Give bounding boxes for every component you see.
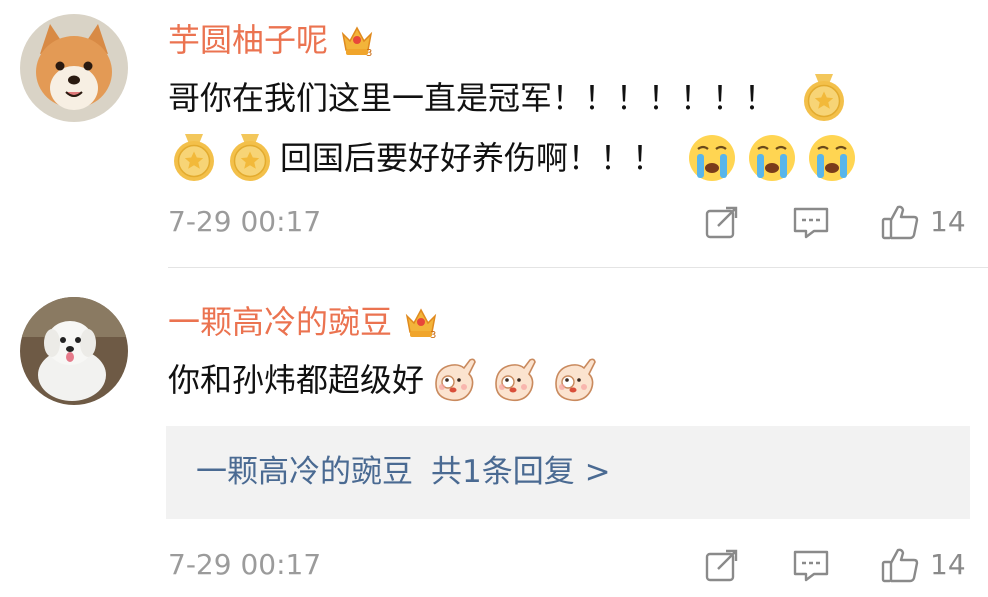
comment-thread: 芋圆柚子呢 3 哥你在我们这里一直是冠军！！！！！！！ 回国后要好好养伤啊！！！ (0, 0, 988, 597)
like-button[interactable]: 14 (880, 545, 966, 585)
comment-icon (793, 207, 829, 239)
share-icon (705, 206, 738, 239)
username[interactable]: 芋圆柚子呢 (168, 18, 328, 62)
comment-button[interactable] (792, 545, 830, 585)
ok-hand-emoji-icon (428, 354, 480, 406)
comment-text-line-1: 哥你在我们这里一直是冠军！！！！！！！ (168, 79, 777, 117)
timestamp: 7-29 00:17 (168, 205, 322, 238)
username-row: 芋圆柚子呢 3 (168, 18, 376, 62)
comment-text: 哥你在我们这里一直是冠军！！！！！！！ 回国后要好好养伤啊！！！ (168, 68, 968, 188)
comment-line: 你和孙炜都超级好 (168, 350, 968, 410)
crying-face-emoji-icon (746, 132, 798, 184)
avatar[interactable] (20, 14, 128, 122)
gold-medal-emoji-icon (224, 132, 276, 184)
reply-count: 共1条回复 > (431, 454, 611, 490)
svg-text:3: 3 (430, 330, 436, 340)
like-button[interactable]: 14 (880, 202, 966, 242)
comment-meta: 7-29 00:17 14 (168, 202, 972, 242)
gold-medal-emoji-icon (168, 132, 220, 184)
comment-line: 回国后要好好养伤啊！！！ (168, 128, 968, 188)
like-count: 14 (930, 205, 966, 238)
thumbs-up-icon (881, 548, 919, 583)
ok-hand-emoji-icon (488, 354, 540, 406)
comment-button[interactable] (792, 202, 830, 242)
svg-text:3: 3 (366, 48, 372, 58)
comment-icon (793, 550, 829, 582)
avatar[interactable] (20, 297, 128, 405)
reply-preview[interactable]: 一颗高冷的豌豆 共1条回复 > (166, 426, 970, 519)
view-replies-link[interactable]: 一颗高冷的豌豆 共1条回复 > (196, 450, 611, 494)
crown-badge-icon: 3 (338, 22, 376, 59)
comment-line: 哥你在我们这里一直是冠军！！！！！！！ (168, 68, 968, 128)
divider (168, 267, 988, 268)
comment-text: 你和孙炜都超级好 (168, 350, 968, 410)
crying-face-emoji-icon (686, 132, 738, 184)
comment-meta: 7-29 00:17 14 (168, 545, 972, 585)
timestamp: 7-29 00:17 (168, 548, 322, 581)
comment-text-line-1: 你和孙炜都超级好 (168, 361, 425, 399)
crown-badge-icon: 3 (402, 304, 440, 341)
reply-author: 一颗高冷的豌豆 (196, 454, 413, 490)
crying-face-emoji-icon (806, 132, 858, 184)
comment-text-line-2: 回国后要好好养伤啊！！！ (280, 139, 665, 177)
ok-hand-emoji-icon (548, 354, 600, 406)
share-icon (705, 549, 738, 582)
share-button[interactable] (704, 202, 740, 242)
username-row: 一颗高冷的豌豆 3 (168, 300, 440, 344)
like-count: 14 (930, 548, 966, 581)
share-button[interactable] (704, 545, 740, 585)
gold-medal-emoji-icon (798, 72, 850, 124)
thumbs-up-icon (881, 205, 919, 240)
username[interactable]: 一颗高冷的豌豆 (168, 300, 392, 344)
